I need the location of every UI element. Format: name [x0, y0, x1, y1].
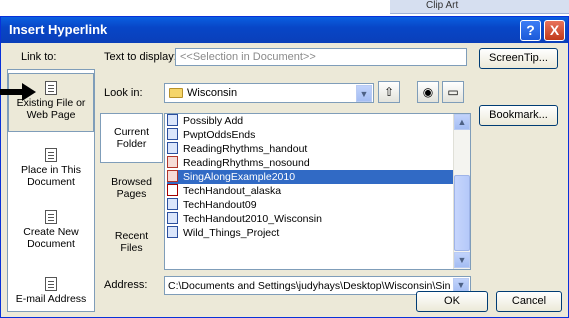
link-to-place-label1: Place in This — [21, 164, 81, 176]
file-list-scrollbar[interactable]: ▲ ▼ — [453, 114, 470, 269]
link-to-email-label: E-mail Address — [15, 293, 87, 305]
list-item[interactable]: TechHandout_alaska — [167, 184, 453, 198]
background-ribbon-strip: Clip Art — [390, 0, 569, 14]
browse-file-button[interactable]: ▭ — [442, 81, 464, 103]
tab-current-folder[interactable]: Current Folder — [100, 113, 163, 163]
powerpoint-icon — [167, 170, 178, 182]
browse-side-tabs: Current Folder Browsed Pages Recent File… — [100, 113, 163, 270]
file-name: TechHandout09 — [183, 199, 257, 211]
word-doc-icon — [167, 212, 178, 224]
list-item[interactable]: TechHandout09 — [167, 198, 453, 212]
address-label: Address: — [104, 279, 148, 291]
link-to-email-address[interactable]: E-mail Address — [8, 265, 94, 309]
pdf-icon — [167, 184, 178, 196]
link-to-create-new-document[interactable]: Create New Document — [8, 202, 94, 254]
file-name: Wild_Things_Project — [183, 227, 280, 239]
link-to-heading: Link to: — [21, 51, 57, 63]
powerpoint-icon — [167, 156, 178, 168]
folder-icon — [169, 88, 183, 98]
list-item[interactable]: Possibly Add — [167, 114, 453, 128]
background-strip-text: Clip Art — [426, 0, 459, 11]
file-name: TechHandout2010_Wisconsin — [183, 213, 322, 225]
link-to-place-label2: Document — [27, 176, 75, 188]
file-name: Possibly Add — [183, 115, 244, 127]
look-in-dropdown-chevron-icon[interactable]: ▼ — [356, 85, 372, 102]
link-to-place-in-document[interactable]: Place in This Document — [8, 140, 94, 192]
existing-file-icon — [45, 81, 57, 95]
file-name: ReadingRhythms_handout — [183, 143, 308, 155]
list-item[interactable]: ReadingRhythms_nosound — [167, 156, 453, 170]
title-bar: Insert Hyperlink ? X — [1, 17, 568, 43]
tab-recent-files-line1: Recent — [114, 230, 149, 242]
tab-browsed-pages-line2: Pages — [116, 188, 147, 200]
insert-hyperlink-dialog: Insert Hyperlink ? X Link to: Existing F… — [0, 16, 569, 318]
text-to-display-label: Text to display: — [104, 51, 177, 63]
link-to-existing-file[interactable]: Existing File or Web Page — [8, 73, 94, 132]
pointer-arrow-icon — [0, 83, 36, 101]
look-in-value: Wisconsin — [187, 87, 238, 99]
file-name: ReadingRhythms_nosound — [183, 157, 310, 169]
list-item[interactable]: ReadingRhythms_handout — [167, 142, 453, 156]
screentip-button[interactable]: ScreenTip... — [479, 48, 558, 69]
file-name: PwptOddsEnds — [183, 129, 256, 141]
file-name: TechHandout_alaska — [183, 185, 282, 197]
link-to-create-label2: Document — [27, 238, 75, 250]
new-document-icon — [45, 210, 57, 224]
cancel-button[interactable]: Cancel — [496, 291, 562, 312]
link-to-existing-file-label2: Web Page — [26, 109, 76, 121]
tab-recent-files[interactable]: Recent Files — [100, 221, 163, 265]
list-item[interactable]: Wild_Things_Project — [167, 226, 453, 240]
word-doc-icon — [167, 114, 178, 126]
text-to-display-input[interactable]: <<Selection in Document>> — [175, 48, 467, 66]
word-doc-icon — [167, 142, 178, 154]
file-name: SingAlongExample2010 — [183, 171, 296, 183]
bookmark-button[interactable]: Bookmark... — [479, 105, 558, 126]
look-in-label: Look in: — [104, 87, 143, 99]
list-item-selected[interactable]: SingAlongExample2010 — [167, 170, 453, 184]
word-doc-icon — [167, 128, 178, 140]
word-doc-icon — [167, 198, 178, 210]
scroll-thumb[interactable] — [454, 175, 470, 251]
place-in-document-icon — [45, 148, 57, 162]
list-item[interactable]: PwptOddsEnds — [167, 128, 453, 142]
word-doc-icon — [167, 226, 178, 238]
up-one-folder-button[interactable]: ⇧ — [378, 81, 400, 103]
ok-button[interactable]: OK — [416, 291, 488, 312]
tab-browsed-pages-line1: Browsed — [111, 176, 152, 188]
help-button[interactable]: ? — [520, 20, 541, 41]
close-button[interactable]: X — [544, 20, 565, 41]
dialog-title: Insert Hyperlink — [9, 22, 108, 37]
tab-recent-files-line2: Files — [120, 242, 143, 254]
tab-current-folder-line2: Folder — [116, 138, 147, 150]
scroll-up-icon[interactable]: ▲ — [454, 114, 470, 130]
scroll-down-icon[interactable]: ▼ — [454, 252, 470, 268]
email-icon — [45, 277, 57, 291]
file-list: Possibly Add PwptOddsEnds ReadingRhythms… — [164, 113, 471, 270]
address-value: C:\Documents and Settings\judyhays\Deskt… — [168, 280, 450, 292]
list-item[interactable]: TechHandout2010_Wisconsin — [167, 212, 453, 226]
tab-browsed-pages[interactable]: Browsed Pages — [100, 167, 163, 211]
link-to-panel: Existing File or Web Page Place in This … — [7, 69, 95, 312]
look-in-combo[interactable]: Wisconsin ▼ — [164, 83, 374, 103]
link-to-create-label1: Create New — [23, 226, 79, 238]
browse-web-button[interactable]: ◉ — [417, 81, 439, 103]
tab-current-folder-line1: Current — [113, 126, 149, 138]
